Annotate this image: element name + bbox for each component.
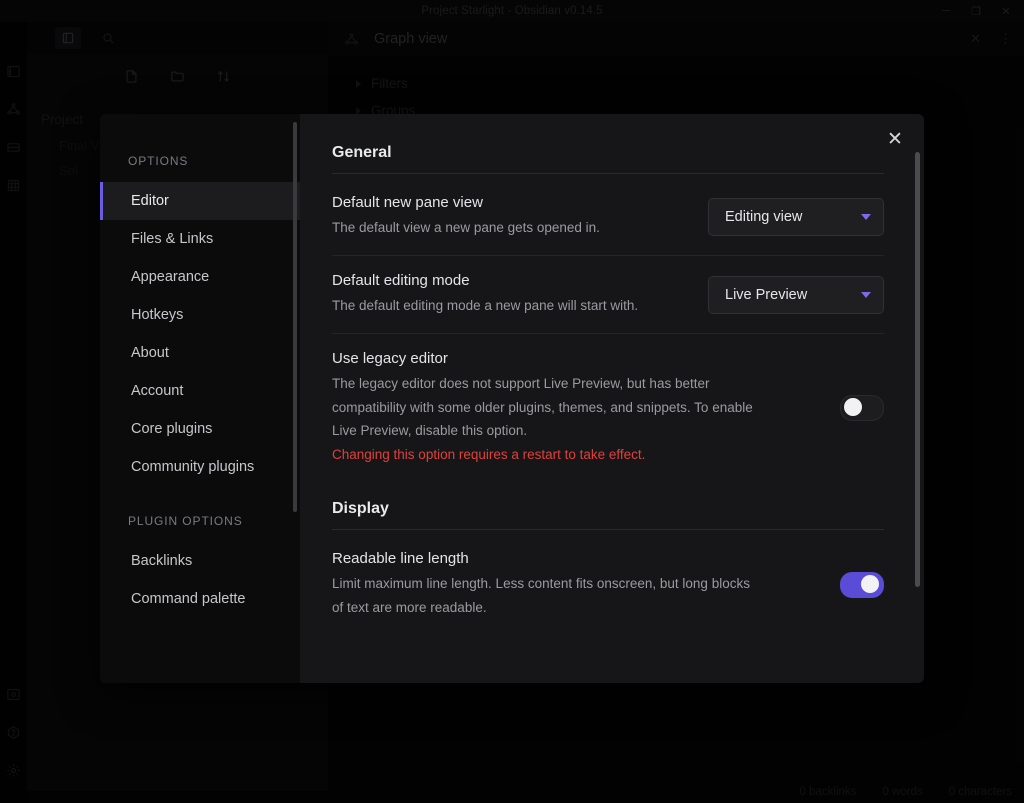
dropdown-value: Live Preview (725, 287, 807, 303)
sidebar-item-backlinks[interactable]: Backlinks (100, 542, 300, 580)
setting-use-legacy-editor: Use legacy editor The legacy editor does… (332, 334, 884, 482)
setting-description: The default view a new pane gets opened … (332, 216, 690, 239)
setting-readable-line-length: Readable line length Limit maximum line … (332, 534, 884, 634)
setting-default-new-pane-view: Default new pane view The default view a… (332, 178, 884, 256)
sidebar-item-about[interactable]: About (100, 334, 300, 372)
section-heading-display: Display (332, 500, 884, 530)
close-icon[interactable]: ✕ (882, 126, 908, 152)
sidebar-item-files-and-links[interactable]: Files & Links (100, 220, 300, 258)
setting-description: The legacy editor does not support Live … (332, 372, 762, 442)
sidebar-item-editor[interactable]: Editor (100, 182, 300, 220)
obsidian-app-window: Project Starlight - Obsidian v0.14.5 ─ ❐… (0, 0, 1024, 803)
settings-sidebar: OPTIONS Editor Files & Links Appearance … (100, 114, 300, 683)
setting-control: Live Preview (708, 276, 884, 314)
setting-info: Default new pane view The default view a… (332, 194, 690, 239)
sidebar-item-appearance[interactable]: Appearance (100, 258, 300, 296)
setting-default-editing-mode: Default editing mode The default editing… (332, 256, 884, 334)
readable-line-length-toggle[interactable] (840, 572, 884, 598)
setting-control (840, 395, 884, 421)
setting-info: Default editing mode The default editing… (332, 272, 690, 317)
settings-content: ✕ General Default new pane view The defa… (300, 114, 924, 683)
setting-description: Limit maximum line length. Less content … (332, 572, 762, 618)
sidebar-scrollbar[interactable] (293, 122, 297, 512)
setting-name: Use legacy editor (332, 350, 822, 367)
setting-control (840, 572, 884, 598)
toggle-knob (844, 398, 862, 416)
default-editing-mode-dropdown[interactable]: Live Preview (708, 276, 884, 314)
setting-info: Readable line length Limit maximum line … (332, 550, 822, 618)
sidebar-item-hotkeys[interactable]: Hotkeys (100, 296, 300, 334)
setting-name: Readable line length (332, 550, 822, 567)
sidebar-item-core-plugins[interactable]: Core plugins (100, 410, 300, 448)
default-new-pane-view-dropdown[interactable]: Editing view (708, 198, 884, 236)
settings-modal: OPTIONS Editor Files & Links Appearance … (100, 114, 924, 683)
settings-options-heading: OPTIONS (100, 154, 300, 182)
setting-control: Editing view (708, 198, 884, 236)
section-heading-general: General (332, 144, 884, 174)
content-scrollbar[interactable] (915, 152, 920, 587)
toggle-knob (861, 575, 879, 593)
sidebar-item-account[interactable]: Account (100, 372, 300, 410)
chevron-down-icon (861, 292, 871, 298)
sidebar-item-command-palette[interactable]: Command palette (100, 580, 300, 618)
setting-name: Default editing mode (332, 272, 690, 289)
settings-plugin-options-heading: PLUGIN OPTIONS (100, 486, 300, 542)
setting-info: Use legacy editor The legacy editor does… (332, 350, 822, 466)
use-legacy-editor-toggle[interactable] (840, 395, 884, 421)
setting-restart-warning: Changing this option requires a restart … (332, 443, 822, 466)
setting-name: Default new pane view (332, 194, 690, 211)
setting-description: The default editing mode a new pane will… (332, 294, 690, 317)
dropdown-value: Editing view (725, 209, 802, 225)
chevron-down-icon (861, 214, 871, 220)
sidebar-item-community-plugins[interactable]: Community plugins (100, 448, 300, 486)
